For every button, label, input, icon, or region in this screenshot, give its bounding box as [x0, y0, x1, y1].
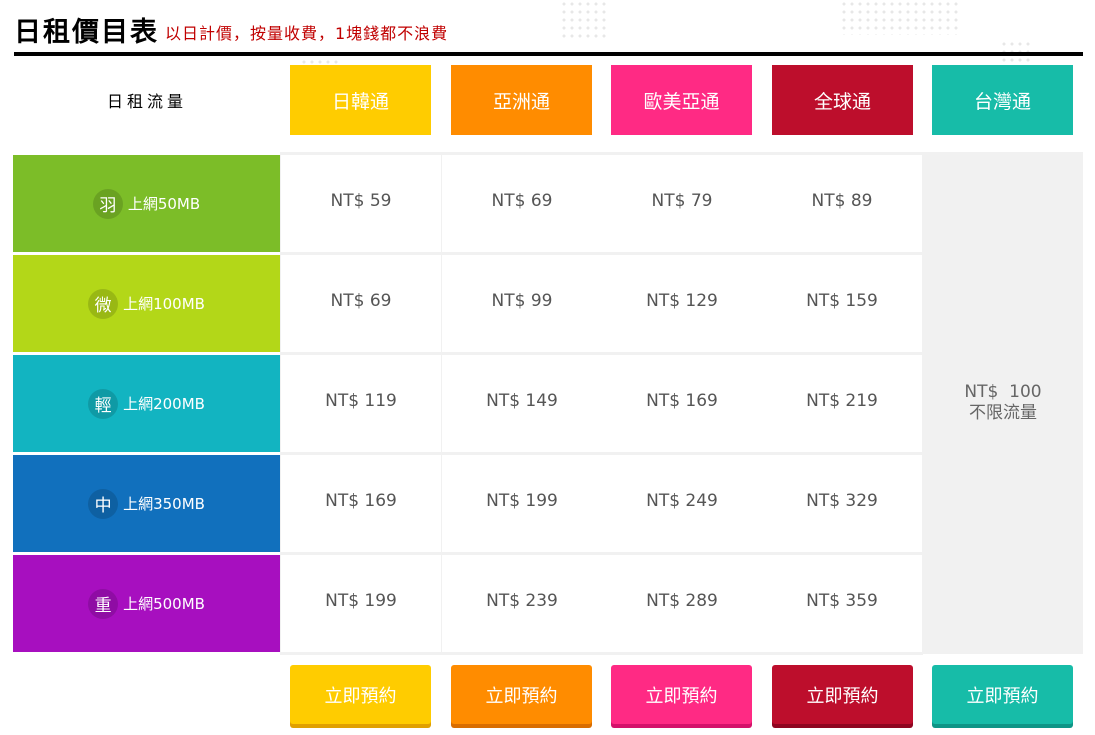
price-cell: NT$ 159	[762, 255, 922, 352]
column-header-label: 歐美亞通	[643, 90, 720, 113]
price-cell: NT$ 289	[602, 555, 762, 652]
price-cell: NT$ 59	[281, 155, 441, 252]
price-cell: NT$ 239	[442, 555, 602, 652]
price-cell: NT$ 69	[442, 155, 602, 252]
column-header-japan-korea: 日韓通	[290, 65, 431, 135]
unlimited-note: 不限流量	[969, 403, 1037, 423]
unlimited-price: NT$ 100	[964, 382, 1042, 402]
book-now-button-asia[interactable]: 立即預約	[451, 665, 592, 724]
plan-label: 上網500MB	[123, 595, 205, 613]
column-header-euro-america-asia: 歐美亞通	[611, 65, 752, 135]
price-cell: NT$ 249	[602, 455, 762, 552]
column-header-asia: 亞洲通	[451, 65, 592, 135]
plan-label: 上網50MB	[127, 195, 201, 213]
plan-row-header: 羽 上網50MB	[13, 155, 280, 252]
plan-row-header: 重 上網500MB	[13, 555, 280, 652]
plan-badge: 重	[88, 588, 119, 619]
book-now-button-euro-america-asia[interactable]: 立即預約	[611, 665, 752, 724]
taiwan-unlimited-cell: NT$ 100 不限流量	[923, 152, 1083, 654]
plan-label: 上網200MB	[123, 395, 205, 413]
price-cell: NT$ 329	[762, 455, 922, 552]
plan-row-header: 中 上網350MB	[13, 455, 280, 552]
book-now-button-taiwan[interactable]: 立即預約	[932, 665, 1073, 724]
price-cell: NT$ 99	[442, 255, 602, 352]
price-cell: NT$ 79	[602, 155, 762, 252]
column-header-label: 亞洲通	[492, 90, 550, 113]
plan-badge: 微	[88, 288, 119, 319]
price-cell: NT$ 169	[281, 455, 441, 552]
plan-label: 上網350MB	[123, 495, 205, 513]
column-header-label: 日韓通	[331, 90, 389, 113]
book-now-button-japan-korea[interactable]: 立即預約	[290, 665, 431, 724]
page-subtitle: 以日計價，按量收費，1塊錢都不浪費	[165, 24, 449, 43]
table-corner-label: 日租流量	[106, 92, 187, 111]
price-cell: NT$ 119	[281, 355, 441, 452]
column-header-label: 台灣通	[973, 90, 1031, 113]
price-cell: NT$ 359	[762, 555, 922, 652]
column-header-taiwan: 台灣通	[932, 65, 1073, 135]
price-cell: NT$ 219	[762, 355, 922, 452]
plan-row-header: 微 上網100MB	[13, 255, 280, 352]
plan-badge: 輕	[88, 388, 119, 419]
page-header: 日租價目表 以日計價，按量收費，1塊錢都不浪費	[14, 8, 1083, 56]
price-cell: NT$ 149	[442, 355, 602, 452]
plan-row-header: 輕 上網200MB	[13, 355, 280, 452]
price-cell: NT$ 199	[442, 455, 602, 552]
price-cell: NT$ 199	[281, 555, 441, 652]
page-title: 日租價目表	[14, 17, 159, 48]
price-cell: NT$ 169	[602, 355, 762, 452]
price-cell: NT$ 129	[602, 255, 762, 352]
book-now-button-global[interactable]: 立即預約	[772, 665, 913, 724]
plan-badge: 羽	[92, 188, 123, 219]
column-header-label: 全球通	[813, 90, 871, 113]
price-cell: NT$ 69	[281, 255, 441, 352]
plan-badge: 中	[88, 488, 119, 519]
price-cell: NT$ 89	[762, 155, 922, 252]
plan-label: 上網100MB	[123, 295, 205, 313]
column-header-global: 全球通	[772, 65, 913, 135]
